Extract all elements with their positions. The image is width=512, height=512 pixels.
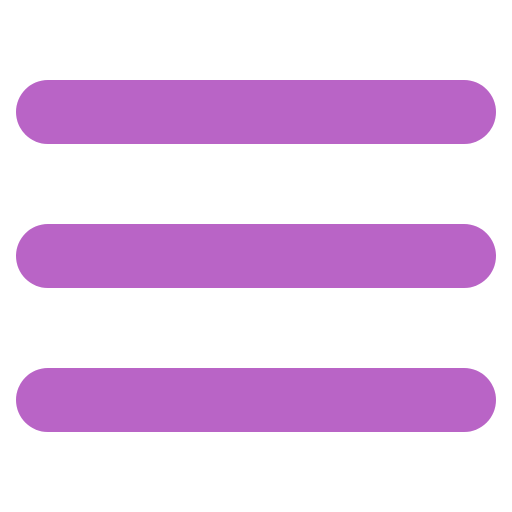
menu-button[interactable] bbox=[0, 0, 512, 512]
hamburger-menu-icon bbox=[0, 0, 512, 512]
icon-canvas bbox=[0, 0, 512, 512]
menu-bar-top bbox=[16, 80, 496, 144]
menu-bar-bottom bbox=[16, 368, 496, 432]
menu-bar-middle bbox=[16, 224, 496, 288]
